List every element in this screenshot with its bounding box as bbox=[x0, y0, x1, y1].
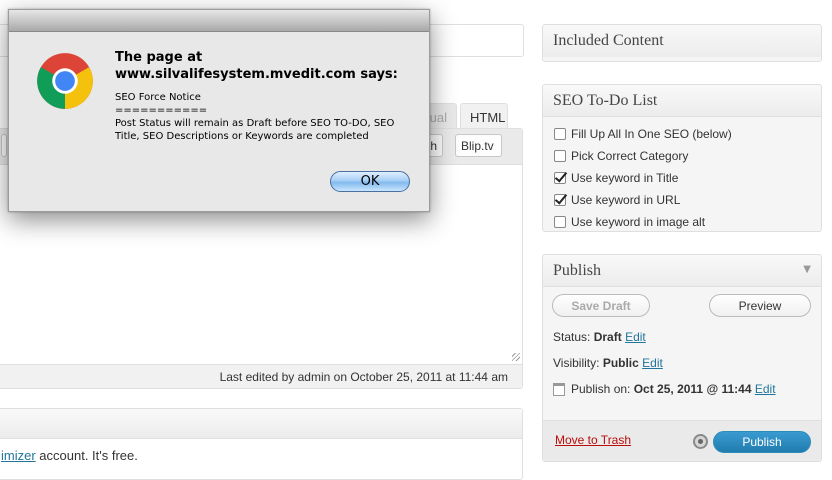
visibility-value: Public bbox=[602, 356, 639, 370]
included-content-title[interactable]: Included Content bbox=[543, 25, 821, 57]
publish-on-value: Oct 25, 2011 @ 11:44 bbox=[633, 382, 752, 396]
quicktag-button[interactable] bbox=[1, 134, 7, 157]
seo-todo-item[interactable]: Use keyword in URL bbox=[554, 189, 821, 211]
secondary-meta-box-header bbox=[0, 409, 522, 439]
seo-todo-item[interactable]: Use keyword in Title bbox=[554, 167, 821, 189]
publish-box-header[interactable]: Publish ▼ bbox=[543, 255, 821, 287]
checkbox-checked[interactable] bbox=[554, 172, 566, 184]
edit-visibility-link[interactable]: Edit bbox=[642, 356, 663, 370]
tab-html[interactable]: HTML bbox=[460, 103, 508, 129]
seo-todo-item[interactable]: Use keyword in image alt bbox=[554, 211, 821, 233]
triangle-down-icon[interactable]: ▼ bbox=[803, 264, 811, 275]
promo-link[interactable]: imizer bbox=[1, 448, 36, 463]
dialog-titlebar[interactable] bbox=[9, 10, 429, 32]
alert-dialog: The page at www.silvalifesystem.mvedit.c… bbox=[8, 9, 430, 212]
secondary-meta-box: imizer account. It's free. bbox=[0, 408, 523, 480]
save-draft-button[interactable]: Save Draft bbox=[552, 294, 650, 317]
seo-todo-list: Fill Up All In One SEO (below) Pick Corre… bbox=[543, 117, 821, 233]
included-content-box: Included Content bbox=[542, 24, 822, 62]
publish-date-line: Publish on: Oct 25, 2011 @ 11:44 Edit bbox=[553, 382, 776, 396]
seo-todo-label: Use keyword in image alt bbox=[571, 215, 706, 229]
preview-button[interactable]: Preview bbox=[709, 294, 811, 317]
promo-text-rest: account. It's free. bbox=[35, 448, 138, 463]
checkbox-unchecked[interactable] bbox=[554, 128, 566, 140]
publish-box-title: Publish bbox=[553, 262, 602, 279]
publish-on-label: Publish on: bbox=[571, 382, 631, 396]
status-value: Draft bbox=[593, 330, 622, 344]
visibility-line: Visibility: Public Edit bbox=[553, 356, 663, 370]
last-edited-status: Last edited by admin on October 25, 2011… bbox=[0, 364, 522, 388]
checkbox-unchecked[interactable] bbox=[554, 216, 566, 228]
seo-todo-box: SEO To-Do List Fill Up All In One SEO (b… bbox=[542, 84, 822, 232]
edit-status-link[interactable]: Edit bbox=[625, 330, 646, 344]
seo-todo-item[interactable]: Fill Up All In One SEO (below) bbox=[554, 123, 821, 145]
seo-todo-label: Fill Up All In One SEO (below) bbox=[571, 127, 732, 141]
resize-grip-icon[interactable] bbox=[512, 353, 520, 361]
loading-spinner-icon bbox=[693, 434, 708, 449]
seo-todo-label: Use keyword in URL bbox=[571, 193, 681, 207]
quicktag-bliptv-button[interactable]: Blip.tv bbox=[455, 134, 502, 157]
status-label: Status: bbox=[553, 330, 591, 344]
seo-todo-title[interactable]: SEO To-Do List bbox=[543, 85, 821, 117]
seo-todo-label: Use keyword in Title bbox=[571, 171, 679, 185]
dialog-title-line1: The page at bbox=[115, 50, 203, 65]
dialog-title: The page at www.silvalifesystem.mvedit.c… bbox=[115, 49, 415, 83]
chrome-logo-icon bbox=[37, 53, 93, 109]
dialog-message: SEO Force Notice =========== Post Status… bbox=[115, 92, 395, 142]
publish-box: Publish ▼ Save Draft Preview Status: Dra… bbox=[542, 254, 822, 462]
ok-button[interactable]: OK bbox=[330, 171, 410, 192]
publish-button[interactable]: Publish bbox=[713, 431, 811, 453]
post-status-line: Status: Draft Edit bbox=[553, 330, 646, 344]
checkbox-unchecked[interactable] bbox=[554, 150, 566, 162]
calendar-icon bbox=[553, 382, 565, 396]
checkbox-checked[interactable] bbox=[554, 194, 566, 206]
promo-text: imizer account. It's free. bbox=[0, 439, 522, 463]
visibility-label: Visibility: bbox=[553, 356, 600, 370]
seo-todo-label: Pick Correct Category bbox=[571, 149, 689, 163]
move-to-trash-link[interactable]: Move to Trash bbox=[555, 433, 631, 447]
seo-todo-item[interactable]: Pick Correct Category bbox=[554, 145, 821, 167]
dialog-title-line2: www.silvalifesystem.mvedit.com says: bbox=[115, 67, 398, 82]
publish-actions: Move to Trash Publish bbox=[543, 420, 821, 461]
edit-date-link[interactable]: Edit bbox=[755, 382, 776, 396]
